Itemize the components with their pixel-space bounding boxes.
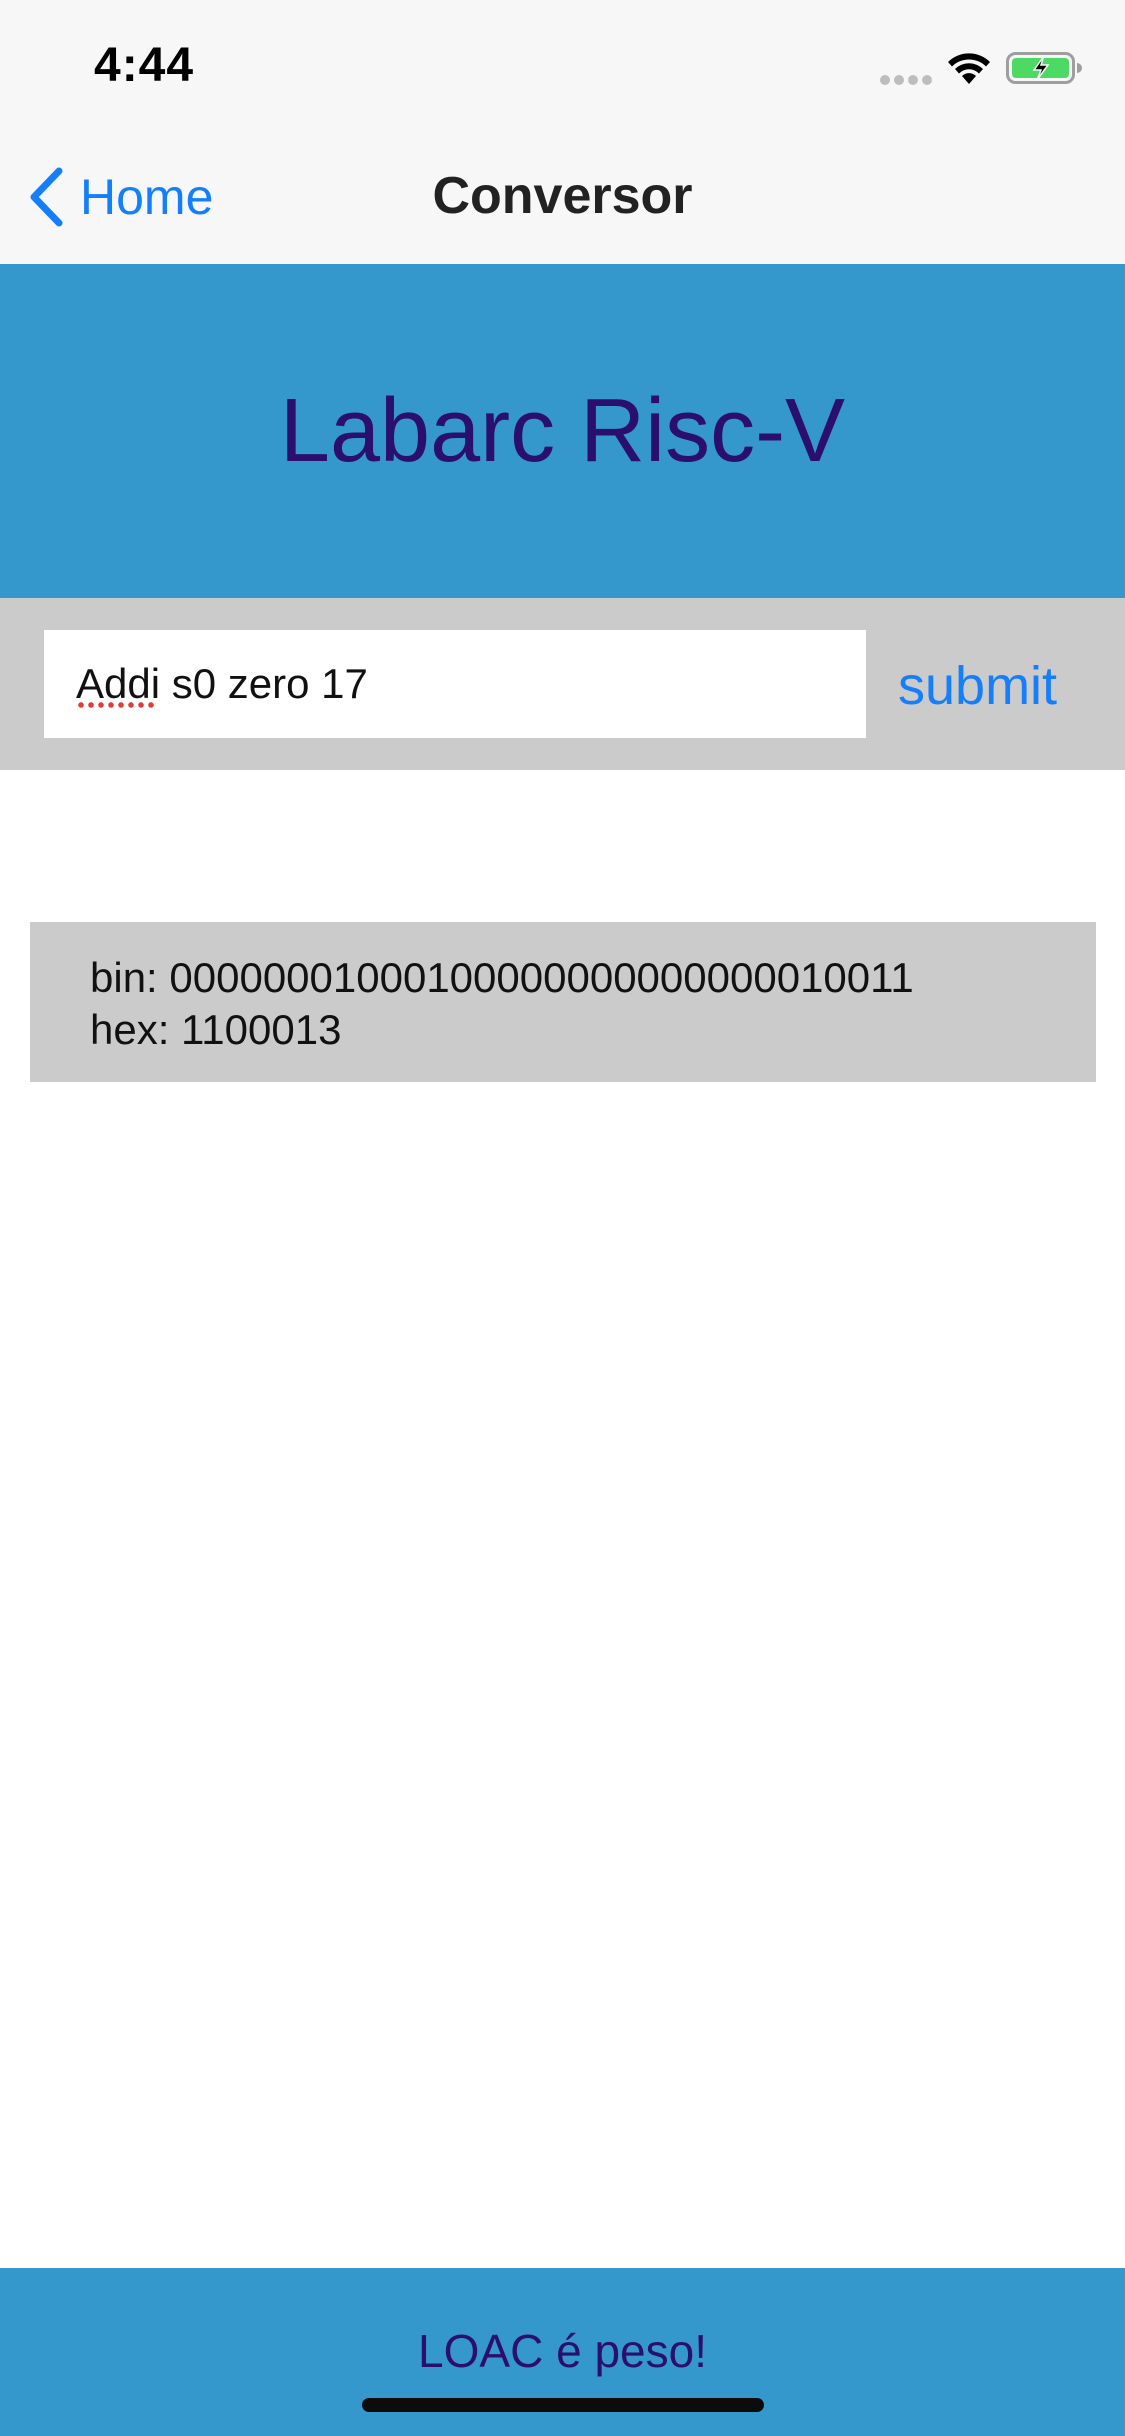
footer-text: LOAC é peso! <box>418 2325 707 2377</box>
page-title: Conversor <box>432 167 693 225</box>
result-hex: hex: 1100013 <box>90 1006 342 1053</box>
app-title: Labarc Risc-V <box>279 380 846 481</box>
home-indicator[interactable] <box>362 2398 764 2412</box>
input-bar: submit <box>0 598 1125 770</box>
signal-dots-icon <box>880 72 936 85</box>
result-bin: bin: 00000001000100000000000000010011 <box>90 954 914 1001</box>
header-banner: Labarc Risc-V <box>0 264 1125 598</box>
result-box: bin: 00000001000100000000000000010011 he… <box>30 922 1096 1082</box>
navigation-bar: Home Conversor <box>0 132 1125 264</box>
instruction-input[interactable] <box>44 630 866 738</box>
wifi-icon <box>948 53 990 84</box>
submit-button[interactable]: submit <box>898 646 1057 726</box>
status-bar: 4:44 <box>0 0 1125 132</box>
status-time: 4:44 <box>94 39 195 92</box>
screen: 4:44 Home Conversor Labarc Risc-V Addi s… <box>0 0 1125 2436</box>
spellcheck-underline <box>76 702 156 708</box>
battery-charging-icon <box>1006 52 1082 84</box>
